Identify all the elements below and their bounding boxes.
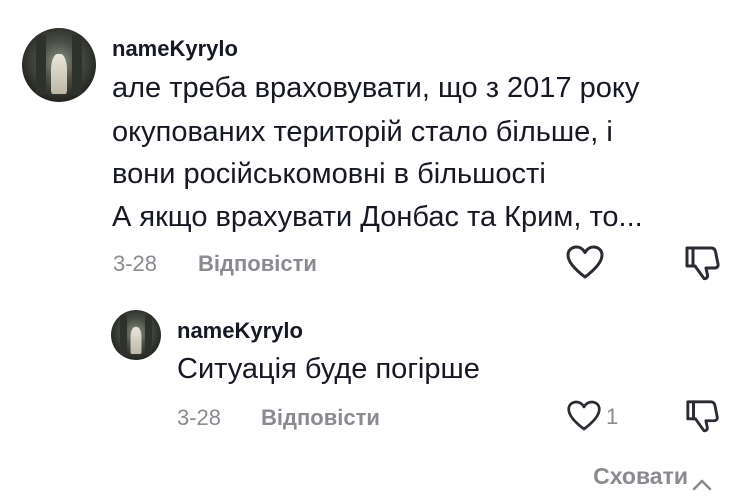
chevron-up-icon <box>692 470 712 490</box>
heart-icon[interactable] <box>565 244 605 280</box>
reply-reply-button[interactable]: Відповісти <box>261 405 380 431</box>
thumbs-down-icon[interactable] <box>684 398 722 434</box>
reply-like-count: 1 <box>606 404 619 429</box>
avatar[interactable] <box>22 28 96 102</box>
thumbs-down-icon[interactable] <box>683 244 723 282</box>
hide-replies-label: Сховати <box>593 463 688 489</box>
comment-date: 3-28 <box>113 251 158 276</box>
hide-replies-button[interactable]: Сховати <box>593 463 712 490</box>
heart-icon[interactable] <box>566 399 602 432</box>
reply-username[interactable]: nameKyrylo <box>177 318 303 344</box>
comment-line-2: окупованих територій стало більше, і <box>112 116 613 148</box>
comment-line-4: А якщо врахувати Донбас та Крим, то... <box>112 201 643 233</box>
comment-line-1: але треба враховувати, що з 2017 року <box>112 72 640 104</box>
comment-reply-button[interactable]: Відповісти <box>198 251 317 277</box>
comment-username[interactable]: nameKyrylo <box>112 36 238 62</box>
reply-text: Ситуація буде погірше <box>177 353 480 385</box>
comment-line-3: вони російськомовні в більшості <box>112 158 546 190</box>
reply-avatar[interactable] <box>111 310 161 360</box>
reply-date: 3-28 <box>177 405 222 430</box>
